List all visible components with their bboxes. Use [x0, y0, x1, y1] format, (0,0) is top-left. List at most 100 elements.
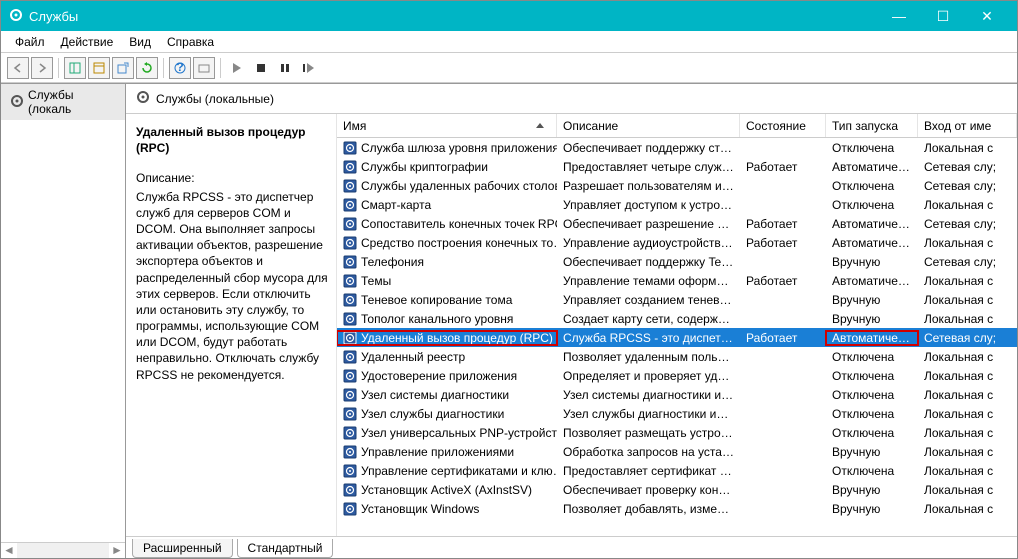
cell-startup: Вручную: [826, 445, 918, 459]
toolbar-button[interactable]: [193, 57, 215, 79]
cell-startup: Отключена: [826, 426, 918, 440]
restart-button[interactable]: [298, 57, 320, 79]
column-description[interactable]: Описание: [557, 114, 740, 137]
cell-description: Предоставляет четыре служб…: [557, 160, 740, 174]
cell-logon: Сетевая слу;: [918, 160, 1017, 174]
service-row[interactable]: Управление приложениямиОбработка запросо…: [337, 442, 1017, 461]
service-row[interactable]: Удостоверение приложенияОпределяет и про…: [337, 366, 1017, 385]
service-row[interactable]: Теневое копирование томаУправляет создан…: [337, 290, 1017, 309]
help-button[interactable]: ?: [169, 57, 191, 79]
tree-pane: Службы (локаль ◄ ►: [1, 84, 126, 558]
forward-button[interactable]: [31, 57, 53, 79]
service-row[interactable]: Служба шлюза уровня приложенияОбеспечива…: [337, 138, 1017, 157]
maximize-button[interactable]: ☐: [921, 1, 965, 31]
service-row[interactable]: Установщик WindowsПозволяет добавлять, и…: [337, 499, 1017, 518]
service-row[interactable]: Установщик ActiveX (AxInstSV)Обеспечивае…: [337, 480, 1017, 499]
cell-state: Работает: [740, 331, 826, 345]
column-startup[interactable]: Тип запуска: [826, 114, 918, 137]
service-row[interactable]: Смарт-картаУправляет доступом к устрой…О…: [337, 195, 1017, 214]
column-name[interactable]: Имя: [337, 114, 557, 137]
cell-logon: Локальная с: [918, 369, 1017, 383]
selected-service-name: Удаленный вызов процедур (RPC): [136, 124, 328, 156]
spacer: [1, 120, 125, 542]
stop-button[interactable]: [250, 57, 272, 79]
cell-name: Удаленный вызов процедур (RPC): [337, 331, 557, 345]
app-icon: [9, 8, 23, 25]
service-icon: [343, 179, 357, 193]
service-row[interactable]: Службы удаленных рабочих столовРазрешает…: [337, 176, 1017, 195]
menu-file[interactable]: Файл: [7, 35, 53, 49]
cell-startup: Автоматиче…: [826, 236, 918, 250]
services-list: Имя Описание Состояние Тип запуска Вход …: [336, 114, 1017, 536]
service-row[interactable]: Сопоставитель конечных точек RPCОбеспечи…: [337, 214, 1017, 233]
service-row[interactable]: ТелефонияОбеспечивает поддержку Tele…Вру…: [337, 252, 1017, 271]
service-row[interactable]: Удаленный реестрПозволяет удаленным поль…: [337, 347, 1017, 366]
service-name-text: Управление сертификатами и клю…: [361, 464, 557, 478]
back-button[interactable]: [7, 57, 29, 79]
scroll-left-icon[interactable]: ◄: [1, 543, 17, 558]
cell-state: Работает: [740, 236, 826, 250]
gear-icon: [136, 90, 150, 107]
service-row[interactable]: Управление сертификатами и клю…Предостав…: [337, 461, 1017, 480]
service-row[interactable]: Узел универсальных PNP-устройствПозволяе…: [337, 423, 1017, 442]
service-name-text: Удаленный вызов процедур (RPC): [361, 331, 553, 345]
cell-name: Служба шлюза уровня приложения: [337, 141, 557, 155]
svg-text:?: ?: [176, 62, 183, 74]
cell-logon: Сетевая слу;: [918, 217, 1017, 231]
rows-container[interactable]: Служба шлюза уровня приложенияОбеспечива…: [337, 138, 1017, 536]
column-state[interactable]: Состояние: [740, 114, 826, 137]
service-name-text: Удаленный реестр: [361, 350, 465, 364]
service-icon: [343, 293, 357, 307]
cell-state: Работает: [740, 274, 826, 288]
cell-name: Службы криптографии: [337, 160, 557, 174]
minimize-button[interactable]: —: [877, 1, 921, 31]
menu-action[interactable]: Действие: [53, 35, 122, 49]
show-hide-tree-button[interactable]: [64, 57, 86, 79]
tree-item-services[interactable]: Службы (локаль: [1, 84, 125, 120]
cell-name: Темы: [337, 274, 557, 288]
refresh-button[interactable]: [136, 57, 158, 79]
cell-startup: Автоматиче…: [826, 217, 918, 231]
tab-standard[interactable]: Стандартный: [237, 539, 334, 558]
close-button[interactable]: ✕: [965, 1, 1009, 31]
play-button[interactable]: [226, 57, 248, 79]
service-name-text: Установщик ActiveX (AxInstSV): [361, 483, 532, 497]
menu-view[interactable]: Вид: [121, 35, 159, 49]
service-row[interactable]: Узел системы диагностикиУзел системы диа…: [337, 385, 1017, 404]
cell-logon: Локальная с: [918, 274, 1017, 288]
cell-description: Обеспечивает поддержку сто…: [557, 141, 740, 155]
title-bar: Службы — ☐ ✕: [1, 1, 1017, 31]
cell-name: Удаленный реестр: [337, 350, 557, 364]
service-name-text: Телефония: [361, 255, 424, 269]
cell-description: Позволяет добавлять, измен…: [557, 502, 740, 516]
cell-logon: Сетевая слу;: [918, 179, 1017, 193]
service-row[interactable]: Службы криптографииПредоставляет четыре …: [337, 157, 1017, 176]
pause-button[interactable]: [274, 57, 296, 79]
service-row[interactable]: ТемыУправление темами оформле…РаботаетАв…: [337, 271, 1017, 290]
service-row[interactable]: Узел службы диагностикиУзел службы диагн…: [337, 404, 1017, 423]
cell-startup: Вручную: [826, 502, 918, 516]
export-button[interactable]: [112, 57, 134, 79]
cell-logon: Локальная с: [918, 236, 1017, 250]
cell-description: Создает карту сети, содержа…: [557, 312, 740, 326]
column-logon[interactable]: Вход от име: [918, 114, 1017, 137]
window-title: Службы: [29, 9, 877, 24]
service-name-text: Смарт-карта: [361, 198, 431, 212]
menu-help[interactable]: Справка: [159, 35, 222, 49]
service-name-text: Управление приложениями: [361, 445, 514, 459]
service-row[interactable]: Удаленный вызов процедур (RPC) Служба RPC…: [337, 328, 1017, 347]
service-row[interactable]: Тополог канального уровняСоздает карту с…: [337, 309, 1017, 328]
cell-name: Узел системы диагностики: [337, 388, 557, 402]
horizontal-scrollbar[interactable]: ◄ ►: [1, 542, 125, 558]
cell-description: Служба RPCSS - это диспетче…: [557, 331, 740, 345]
service-name-text: Узел службы диагностики: [361, 407, 504, 421]
service-row[interactable]: Средство построения конечных то…Управлен…: [337, 233, 1017, 252]
cell-logon: Локальная с: [918, 141, 1017, 155]
service-icon: [343, 483, 357, 497]
cell-name: Удостоверение приложения: [337, 369, 557, 383]
tab-extended[interactable]: Расширенный: [132, 539, 233, 558]
properties-button[interactable]: [88, 57, 110, 79]
cell-startup: Отключена: [826, 388, 918, 402]
scroll-right-icon[interactable]: ►: [109, 543, 125, 558]
scroll-track[interactable]: [17, 543, 109, 558]
